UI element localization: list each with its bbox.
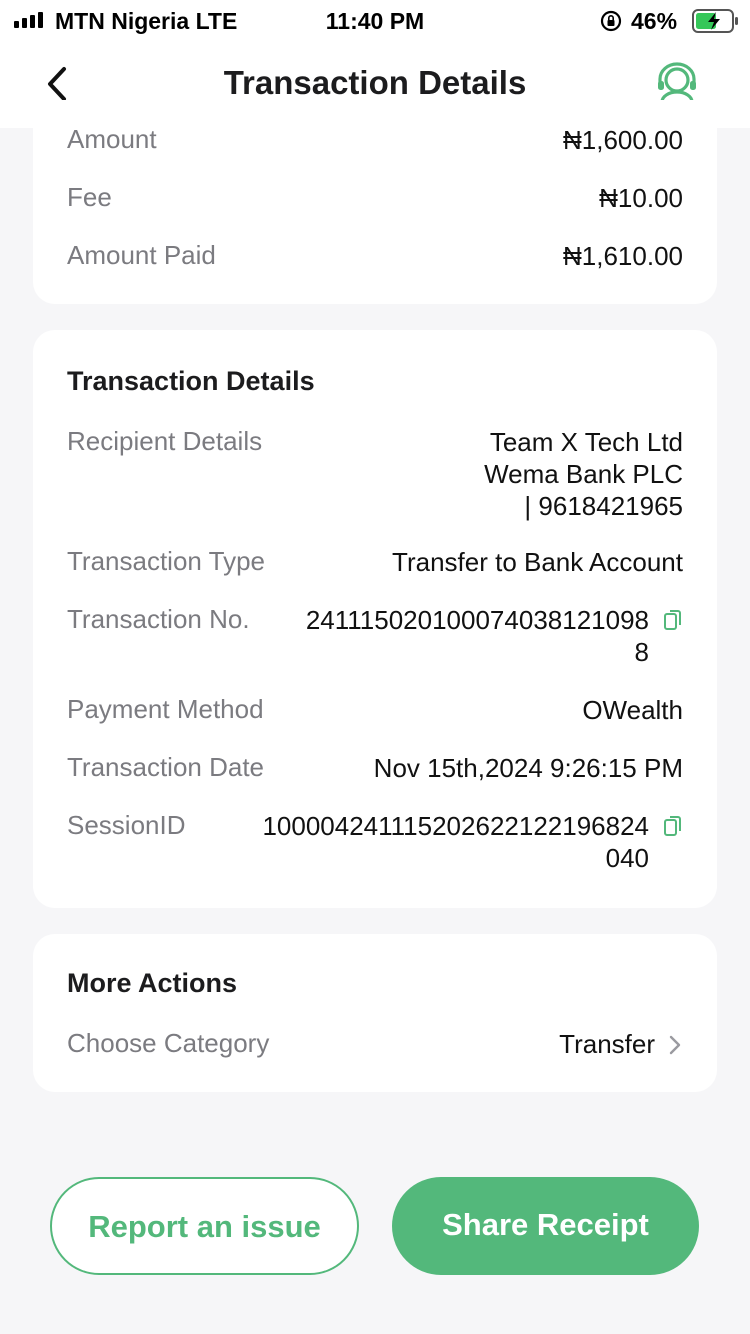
page-title: Transaction Details [223, 64, 527, 101]
orientation-lock-icon [600, 10, 622, 38]
recipient-name: Team X Tech Ltd [489, 427, 683, 457]
amount-paid-label: Amount Paid [67, 240, 216, 270]
category-value-text: Transfer [559, 1029, 655, 1059]
battery-percent: 46% [631, 8, 678, 34]
recipient-label: Recipient Details [67, 426, 263, 456]
recipient-account: | 9618421965 [524, 491, 683, 521]
choose-category-label: Choose Category [67, 1028, 270, 1058]
details-section-title: Transaction Details [67, 366, 315, 396]
transaction-number-line2: 8 [634, 637, 649, 667]
amount-label: Amount [67, 124, 157, 154]
transaction-type-label: Transaction Type [67, 546, 265, 576]
payment-method-label: Payment Method [67, 694, 264, 724]
category-value[interactable]: Transfer [559, 1028, 683, 1060]
more-actions-card: More Actions Choose Category Transfer [33, 934, 717, 1092]
amount-value: ₦1,600.00 [563, 125, 683, 155]
share-receipt-button[interactable]: Share Receipt [392, 1177, 699, 1275]
transaction-number-line1: 241115020100074038121098 [305, 605, 649, 635]
summary-card: Amount ₦1,600.00 Fee ₦10.00 Amount Paid … [33, 100, 717, 304]
transaction-details-card: Transaction Details Recipient Details Te… [33, 330, 717, 908]
transaction-date-label: Transaction Date [67, 752, 265, 782]
transaction-number-label: Transaction No. [67, 604, 250, 634]
transaction-date-value: Nov 15th,2024 9:26:15 PM [373, 753, 683, 783]
recipient-value: Team X Tech Ltd Wema Bank PLC | 96184219… [484, 426, 683, 522]
session-id-line1: 100004241115202622122196824 [262, 811, 649, 841]
session-id-value: 100004241115202622122196824 040 [262, 810, 649, 874]
status-bar: MTN Nigeria LTE 11:40 PM 46% [0, 0, 750, 42]
transaction-number-value: 241115020100074038121098 8 [306, 604, 649, 668]
session-id-label: SessionID [67, 810, 186, 840]
transaction-type-value: Transfer to Bank Account [392, 547, 683, 577]
payment-method-value: OWealth [582, 695, 683, 725]
more-actions-title: More Actions [67, 968, 238, 998]
amount-paid-value: ₦1,610.00 [563, 241, 683, 271]
battery-charging-icon [692, 9, 740, 39]
recipient-bank: Wema Bank PLC [484, 459, 683, 489]
copy-icon[interactable] [663, 608, 683, 632]
fee-value: ₦10.00 [599, 183, 683, 213]
fee-label: Fee [67, 182, 112, 212]
chevron-right-icon [667, 1031, 683, 1055]
session-id-line2: 040 [605, 843, 649, 873]
copy-icon[interactable] [663, 814, 683, 838]
report-issue-button[interactable]: Report an issue [50, 1177, 359, 1275]
